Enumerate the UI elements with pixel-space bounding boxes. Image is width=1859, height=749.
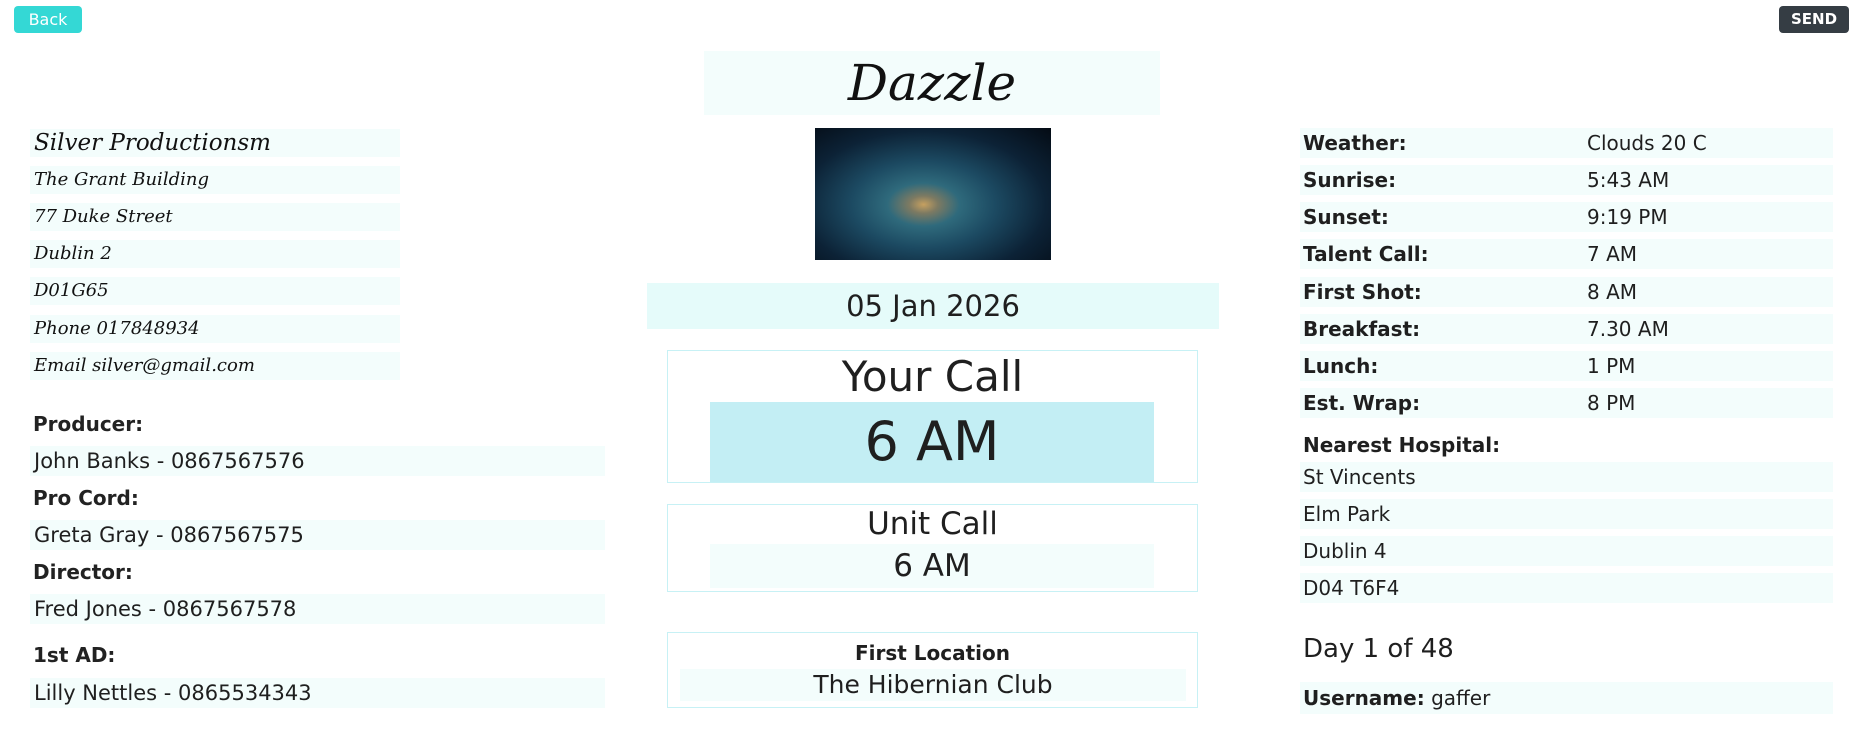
hospital-address-line-1: Elm Park [1300,499,1833,529]
first-ad-label: 1st AD: [33,643,116,667]
unit-call-title: Unit Call [867,506,998,542]
lunch-value: 1 PM [1587,354,1636,378]
company-address-line-1: The Grant Building [30,166,400,194]
call-date: 05 Jan 2026 [647,283,1219,329]
director-contact: Fred Jones - 0867567578 [30,594,605,624]
back-button[interactable]: Back [14,6,82,33]
est-wrap-label: Est. Wrap: [1303,391,1421,415]
first-shot-value: 8 AM [1587,280,1638,304]
talent-call-value: 7 AM [1587,242,1638,266]
producer-label: Producer: [33,412,144,436]
sunrise-label: Sunrise: [1303,168,1397,192]
sunrise-value: 5:43 AM [1587,168,1670,192]
first-ad-contact: Lilly Nettles - 0865534343 [30,678,605,708]
first-shot-label: First Shot: [1303,280,1422,304]
company-email: Email silver@gmail.com [30,352,400,380]
first-location-label: First Location [854,641,1011,665]
hospital-address-line-2: Dublin 4 [1300,536,1833,566]
username-value: gaffer [1431,686,1491,710]
company-address-line-3: Dublin 2 [30,240,400,268]
lunch-row [1300,351,1833,381]
weather-value: Clouds 20 C [1587,131,1707,155]
day-counter: Day 1 of 48 [1303,634,1454,664]
sunset-value: 9:19 PM [1587,205,1668,229]
hospital-name: St Vincents [1300,462,1833,492]
hospital-postcode: D04 T6F4 [1300,573,1833,603]
pro-cord-label: Pro Cord: [33,486,139,510]
talent-call-label: Talent Call: [1303,242,1429,266]
username-label: Username: [1303,686,1425,710]
company-address-line-2: 77 Duke Street [30,203,400,231]
production-title: Dazzle [704,51,1160,115]
send-button[interactable]: SEND [1779,6,1849,33]
producer-contact: John Banks - 0867567576 [30,446,605,476]
company-postcode: D01G65 [30,277,400,305]
username-row: Username: gaffer [1300,682,1833,714]
company-phone: Phone 017848934 [30,315,400,343]
breakfast-value: 7.30 AM [1587,317,1669,341]
company-name: Silver Productionsm [30,129,400,157]
production-poster-image [815,128,1051,260]
breakfast-label: Breakfast: [1303,317,1421,341]
your-call-title: Your Call [841,352,1024,401]
nearest-hospital-label: Nearest Hospital: [1303,433,1501,457]
pro-cord-contact: Greta Gray - 0867567575 [30,520,605,550]
your-call-time: 6 AM [710,402,1154,482]
unit-call-time: 6 AM [710,544,1154,588]
est-wrap-value: 8 PM [1587,391,1636,415]
director-label: Director: [33,560,133,584]
lunch-label: Lunch: [1303,354,1379,378]
sunset-label: Sunset: [1303,205,1389,229]
first-location-value: The Hibernian Club [680,669,1186,701]
weather-label: Weather: [1303,131,1407,155]
